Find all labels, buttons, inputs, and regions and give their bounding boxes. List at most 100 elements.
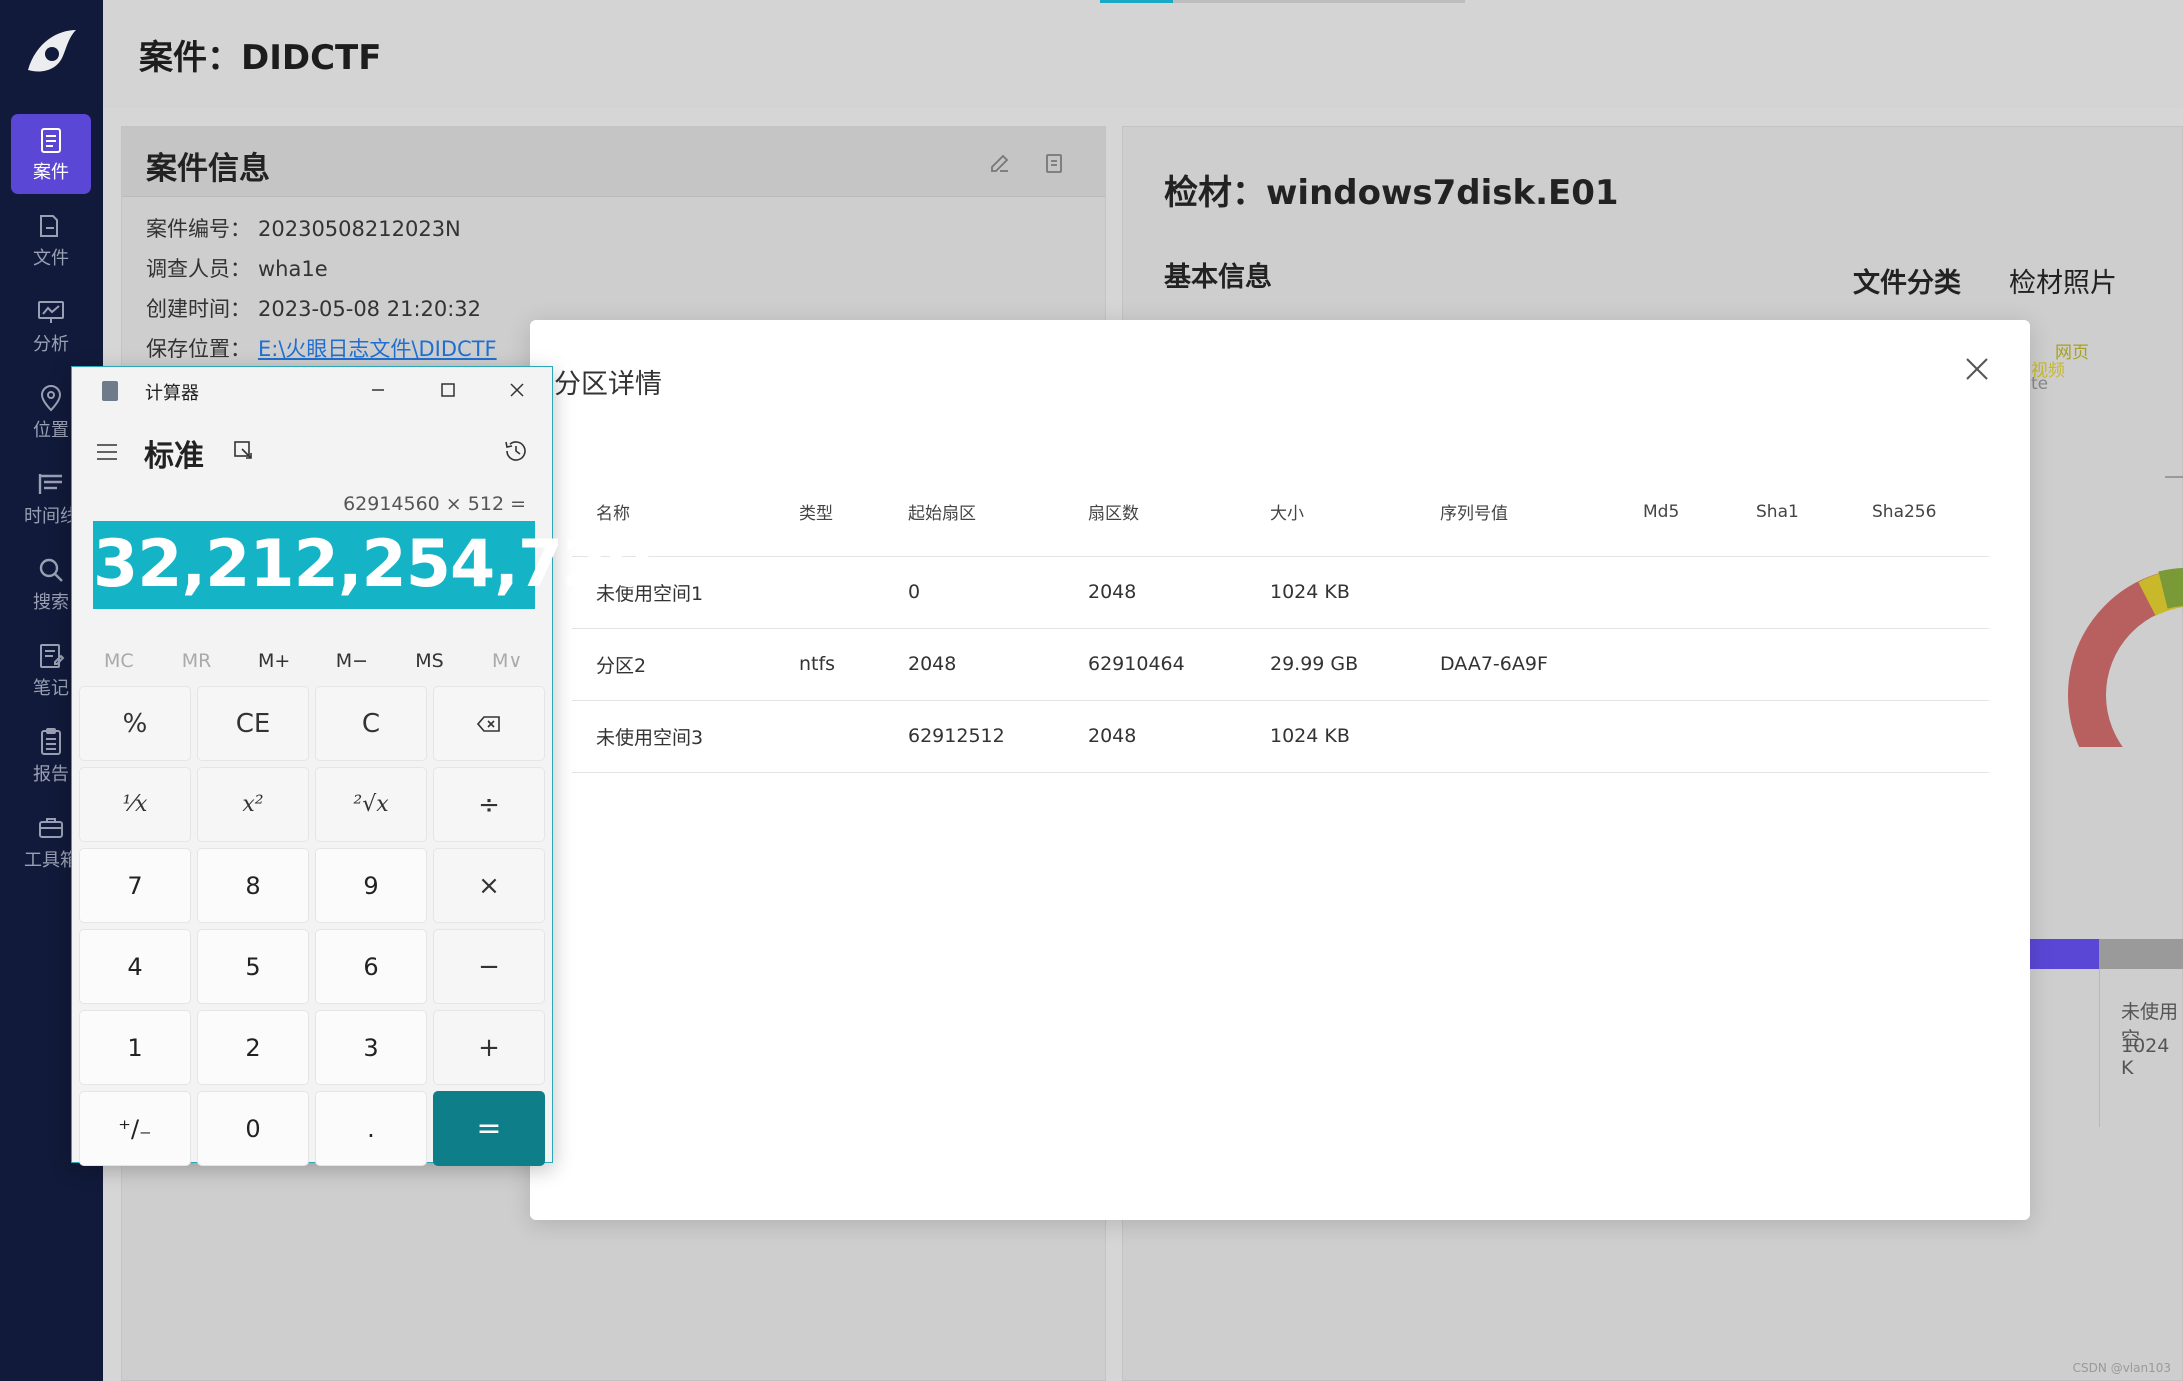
table-header-row: 名称 类型 起始扇区 扇区数 大小 序列号值 Md5 Sha1 Sha256 xyxy=(572,468,1989,557)
digit-0-button[interactable]: 0 xyxy=(197,1091,309,1166)
add-button[interactable]: + xyxy=(433,1010,545,1085)
location-pin-icon xyxy=(40,385,62,412)
app-logo-icon xyxy=(28,30,76,72)
clear-entry-button[interactable]: CE xyxy=(197,686,309,761)
square-root-button[interactable]: ²√x xyxy=(315,767,427,842)
subtract-button[interactable]: − xyxy=(433,929,545,1004)
col-header-size[interactable]: 大小 xyxy=(1246,468,1416,557)
cell-serial xyxy=(1416,700,1619,773)
table-row[interactable]: 分区2 ntfs 2048 62910464 29.99 GB DAA7-6A9… xyxy=(572,628,1989,701)
cell-sha1 xyxy=(1732,556,1848,629)
calculator-titlebar[interactable]: 计算器 xyxy=(72,367,552,413)
window-close-icon[interactable] xyxy=(504,377,530,403)
col-header-md5[interactable]: Md5 xyxy=(1619,468,1732,557)
basic-info-heading: 基本信息 xyxy=(1164,262,1272,293)
backspace-button[interactable] xyxy=(433,686,545,761)
calculator-expression: 62914560 × 512 = xyxy=(343,493,526,515)
table-row[interactable]: 未使用空间3 62912512 2048 1024 KB xyxy=(572,700,1989,773)
percent-button[interactable]: % xyxy=(79,686,191,761)
col-header-sector-count[interactable]: 扇区数 xyxy=(1064,468,1246,557)
cell-start-sector: 62912512 xyxy=(884,700,1064,773)
menu-icon[interactable] xyxy=(96,443,118,461)
col-header-serial[interactable]: 序列号值 xyxy=(1416,468,1619,557)
digit-1-button[interactable]: 1 xyxy=(79,1010,191,1085)
history-icon[interactable] xyxy=(502,437,530,465)
investigator-row: 调查人员： wha1e xyxy=(146,253,328,283)
memory-subtract-button[interactable]: M− xyxy=(313,643,391,679)
created-time-label: 创建时间： xyxy=(146,297,251,321)
sidebar-item-files[interactable]: 文件 xyxy=(11,200,91,280)
legend-other: te xyxy=(2031,374,2049,394)
edit-icon[interactable] xyxy=(988,151,1012,175)
clipboard-icon xyxy=(41,128,61,153)
col-header-type[interactable]: 类型 xyxy=(775,468,884,557)
partition-table: 名称 类型 起始扇区 扇区数 大小 序列号值 Md5 Sha1 Sha256 未… xyxy=(572,468,1989,773)
table-row[interactable]: 未使用空间1 0 2048 1024 KB xyxy=(572,556,1989,629)
clipboard-copy-icon[interactable] xyxy=(1042,151,1066,175)
equals-button[interactable]: = xyxy=(433,1091,545,1166)
timeline-icon xyxy=(38,474,62,494)
col-header-start-sector[interactable]: 起始扇区 xyxy=(884,468,1064,557)
cell-md5 xyxy=(1619,628,1732,701)
cell-sha256 xyxy=(1848,700,1989,773)
save-location-row: 保存位置： E:\火眼日志文件\DIDCTF xyxy=(146,333,497,363)
evidence-title: 检材：windows7disk.E01 xyxy=(1164,173,1619,213)
sidebar-item-case[interactable]: 案件 xyxy=(11,114,91,194)
square-button[interactable]: x² xyxy=(197,767,309,842)
monitor-chart-icon xyxy=(38,301,64,323)
maximize-icon[interactable] xyxy=(435,377,461,403)
memory-recall-button[interactable]: MR xyxy=(158,643,236,679)
memory-add-button[interactable]: M+ xyxy=(235,643,313,679)
col-header-sha256[interactable]: Sha256 xyxy=(1848,468,1989,557)
minimize-icon[interactable] xyxy=(365,377,391,403)
cell-size: 29.99 GB xyxy=(1246,628,1416,701)
save-location-label: 保存位置： xyxy=(146,337,251,361)
calculator-app-name: 计算器 xyxy=(145,383,199,404)
sidebar-item-label: 案件 xyxy=(33,162,69,183)
cell-name: 未使用空间3 xyxy=(572,700,775,773)
digit-2-button[interactable]: 2 xyxy=(197,1010,309,1085)
digit-8-button[interactable]: 8 xyxy=(197,848,309,923)
col-header-sha1[interactable]: Sha1 xyxy=(1732,468,1848,557)
partition-bar-unused[interactable] xyxy=(2099,939,2183,969)
decimal-button[interactable]: . xyxy=(315,1091,427,1166)
digit-4-button[interactable]: 4 xyxy=(79,929,191,1004)
cell-size: 1024 KB xyxy=(1246,556,1416,629)
cell-type: ntfs xyxy=(775,628,884,701)
cell-sector-count: 2048 xyxy=(1064,556,1246,629)
digit-3-button[interactable]: 3 xyxy=(315,1010,427,1085)
reciprocal-button[interactable]: ¹⁄x xyxy=(79,767,191,842)
cell-type xyxy=(775,556,884,629)
cell-md5 xyxy=(1619,700,1732,773)
digit-9-button[interactable]: 9 xyxy=(315,848,427,923)
investigator-value: wha1e xyxy=(258,257,328,281)
partition-divider xyxy=(2099,969,2100,1127)
divide-button[interactable]: ÷ xyxy=(433,767,545,842)
multiply-button[interactable]: × xyxy=(433,848,545,923)
tab-file-category[interactable]: 文件分类 xyxy=(1853,261,1961,300)
digit-7-button[interactable]: 7 xyxy=(79,848,191,923)
close-icon[interactable] xyxy=(1962,354,1992,384)
sidebar-item-analysis[interactable]: 分析 xyxy=(11,286,91,366)
keep-on-top-icon[interactable] xyxy=(232,439,256,463)
memory-clear-button[interactable]: MC xyxy=(80,643,158,679)
cell-sha256 xyxy=(1848,556,1989,629)
page-title: 案件：DIDCTF xyxy=(139,38,382,78)
save-location-link[interactable]: E:\火眼日志文件\DIDCTF xyxy=(258,337,497,361)
cell-serial xyxy=(1416,556,1619,629)
memory-store-button[interactable]: MS xyxy=(391,643,469,679)
case-number-value: 20230508212023N xyxy=(258,217,461,241)
negate-button[interactable]: ⁺∕₋ xyxy=(79,1091,191,1166)
memory-list-button[interactable]: M∨ xyxy=(468,643,546,679)
created-time-row: 创建时间： 2023-05-08 21:20:32 xyxy=(146,293,481,323)
calculator-window: 计算器 标准 62914560 × 512 = 32,212,254,720 M… xyxy=(71,366,652,1166)
cell-sha256 xyxy=(1848,628,1989,701)
digit-5-button[interactable]: 5 xyxy=(197,929,309,1004)
clear-button[interactable]: C xyxy=(315,686,427,761)
cell-size: 1024 KB xyxy=(1246,700,1416,773)
cell-sha1 xyxy=(1732,628,1848,701)
digit-6-button[interactable]: 6 xyxy=(315,929,427,1004)
partition-bar-used[interactable] xyxy=(2029,939,2099,969)
calculator-result-display[interactable]: 32,212,254,720 xyxy=(93,521,652,609)
tab-evidence-photo[interactable]: 检材照片 xyxy=(2009,261,2117,300)
